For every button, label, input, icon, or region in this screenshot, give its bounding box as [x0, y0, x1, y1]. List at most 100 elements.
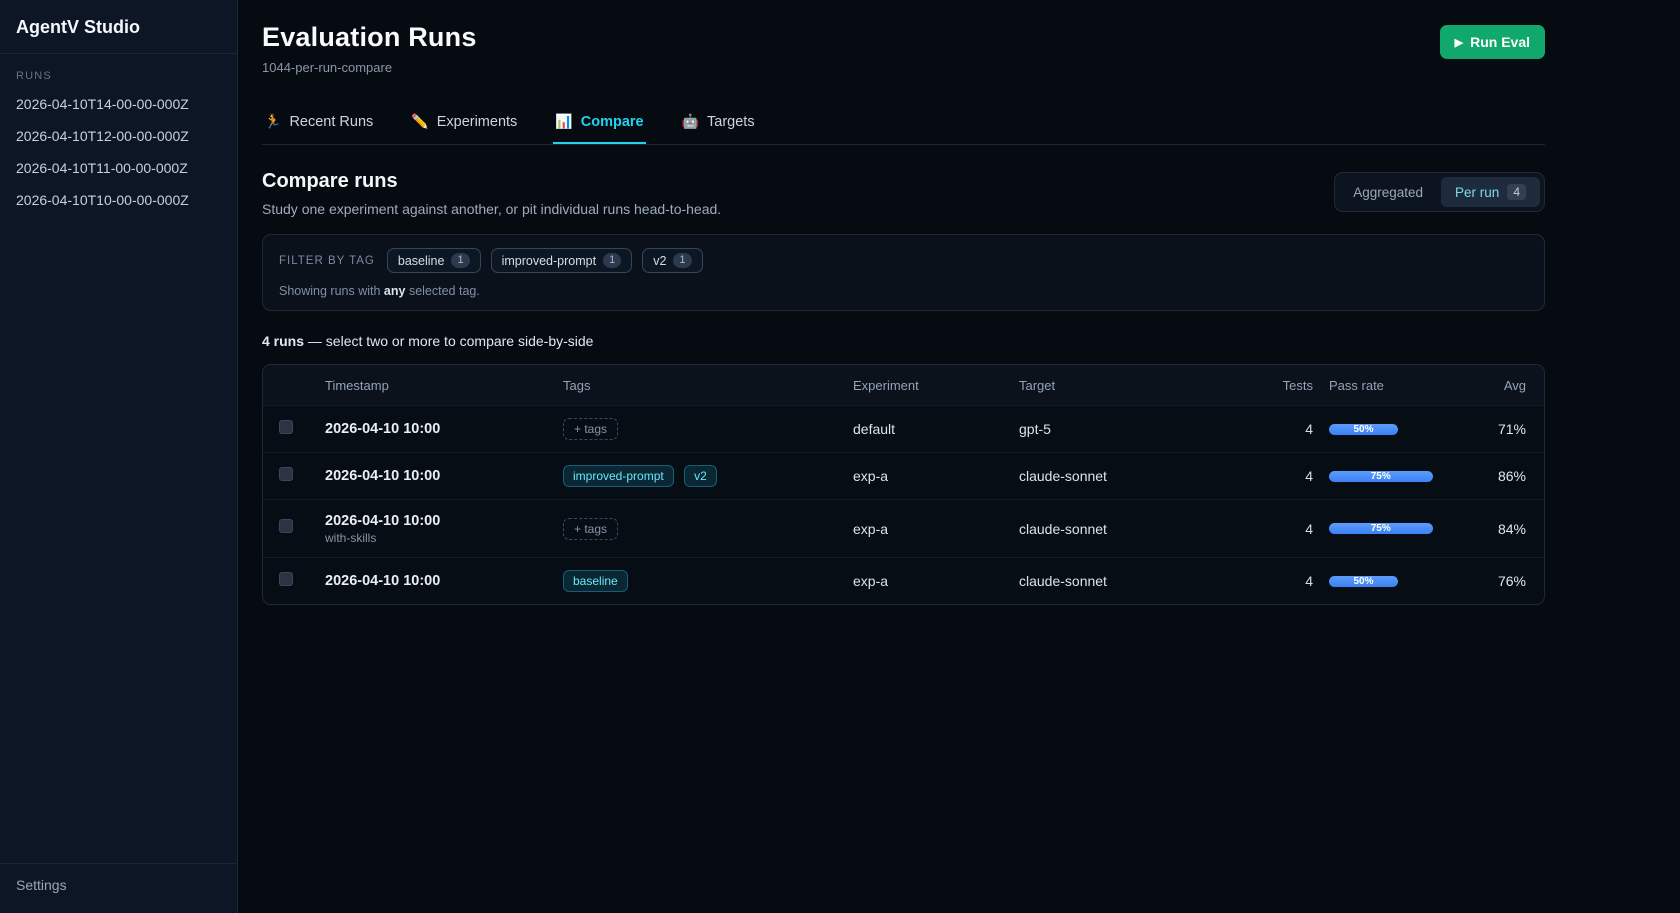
tag-name: v2 — [653, 254, 666, 268]
row-avg: 86% — [1467, 468, 1528, 484]
row-tests: 4 — [1259, 421, 1315, 437]
col-tests: Tests — [1259, 378, 1315, 393]
table-body: 2026-04-10 10:00 + tags default gpt-5 4 … — [263, 405, 1544, 604]
tab-bar: 🏃 Recent Runs ✏️ Experiments 📊 Compare 🤖… — [262, 105, 1545, 145]
tab-recent-runs[interactable]: 🏃 Recent Runs — [262, 105, 375, 144]
runs-section-label: RUNS — [0, 54, 237, 88]
filter-note-bold: any — [384, 284, 406, 298]
settings-link[interactable]: Settings — [16, 877, 221, 893]
row-experiment: exp-a — [853, 468, 1019, 484]
row-target: claude-sonnet — [1019, 468, 1259, 484]
row-checkbox[interactable] — [279, 467, 293, 481]
filter-note-text: selected tag. — [405, 284, 479, 298]
tab-label: Targets — [707, 114, 755, 130]
tab-label: Experiments — [437, 114, 518, 130]
tag-count-badge: 1 — [673, 253, 691, 268]
toggle-per-run[interactable]: Per run 4 — [1441, 177, 1540, 207]
page-title: Evaluation Runs — [262, 22, 477, 53]
row-experiment: exp-a — [853, 521, 1019, 537]
row-checkbox[interactable] — [279, 420, 293, 434]
per-run-count-badge: 4 — [1507, 184, 1526, 200]
runs-table: Timestamp Tags Experiment Target Tests P… — [262, 364, 1545, 605]
table-row[interactable]: 2026-04-10 10:00 improved-prompt v2 exp-… — [263, 452, 1544, 499]
row-avg: 71% — [1467, 421, 1528, 437]
pass-rate-bar: 50% — [1329, 576, 1467, 587]
view-mode-toggle: Aggregated Per run 4 — [1334, 172, 1545, 212]
filter-note-text: Showing runs with — [279, 284, 384, 298]
row-timestamp: 2026-04-10 10:00 — [325, 513, 563, 529]
sidebar-run-item[interactable]: 2026-04-10T11-00-00-000Z — [0, 152, 237, 184]
run-list: 2026-04-10T14-00-00-000Z 2026-04-10T12-0… — [0, 88, 237, 863]
runs-summary: 4 runs — select two or more to compare s… — [262, 333, 1545, 349]
row-target: claude-sonnet — [1019, 521, 1259, 537]
tab-targets[interactable]: 🤖 Targets — [680, 105, 757, 144]
run-eval-button[interactable]: ▶ Run Eval — [1440, 25, 1545, 59]
sidebar-run-item[interactable]: 2026-04-10T12-00-00-000Z — [0, 120, 237, 152]
app-title: AgentV Studio — [0, 0, 237, 54]
add-tags-button[interactable]: + tags — [563, 518, 618, 540]
sidebar: AgentV Studio RUNS 2026-04-10T14-00-00-0… — [0, 0, 238, 913]
row-avg: 76% — [1467, 573, 1528, 589]
tag-name: baseline — [398, 254, 445, 268]
table-header: Timestamp Tags Experiment Target Tests P… — [263, 365, 1544, 405]
section-description: Study one experiment against another, or… — [262, 201, 721, 217]
filter-tag-baseline[interactable]: baseline 1 — [387, 248, 481, 273]
row-tag: improved-prompt — [563, 465, 674, 487]
row-tests: 4 — [1259, 573, 1315, 589]
pass-rate-label: 75% — [1371, 471, 1391, 482]
col-target: Target — [1019, 378, 1259, 393]
tab-experiments[interactable]: ✏️ Experiments — [409, 105, 519, 144]
table-row[interactable]: 2026-04-10 10:00 with-skills + tags exp-… — [263, 499, 1544, 557]
tab-label: Compare — [581, 114, 644, 130]
row-tag: baseline — [563, 570, 628, 592]
page-subtitle: 1044-per-run-compare — [262, 60, 477, 75]
table-row[interactable]: 2026-04-10 10:00 baseline exp-a claude-s… — [263, 557, 1544, 604]
row-timestamp: 2026-04-10 10:00 — [325, 413, 563, 445]
row-experiment: default — [853, 421, 1019, 437]
pass-rate-bar: 75% — [1329, 523, 1467, 534]
col-avg: Avg — [1467, 378, 1528, 393]
row-tests: 4 — [1259, 468, 1315, 484]
sidebar-run-item[interactable]: 2026-04-10T14-00-00-000Z — [0, 88, 237, 120]
pass-rate-label: 50% — [1353, 576, 1373, 587]
filter-tag-improved-prompt[interactable]: improved-prompt 1 — [491, 248, 633, 273]
tab-compare[interactable]: 📊 Compare — [553, 105, 645, 144]
bar-chart-icon: 📊 — [555, 113, 572, 130]
row-experiment: exp-a — [853, 573, 1019, 589]
row-target: claude-sonnet — [1019, 573, 1259, 589]
filter-tag-v2[interactable]: v2 1 — [642, 248, 702, 273]
filter-note: Showing runs with any selected tag. — [279, 284, 1528, 298]
section-title: Compare runs — [262, 170, 721, 193]
tag-count-badge: 1 — [603, 253, 621, 268]
col-experiment: Experiment — [853, 378, 1019, 393]
col-tags: Tags — [563, 378, 853, 393]
table-row[interactable]: 2026-04-10 10:00 + tags default gpt-5 4 … — [263, 405, 1544, 452]
toggle-aggregated-label: Aggregated — [1353, 185, 1423, 200]
col-pass-rate: Pass rate — [1315, 378, 1467, 393]
play-icon: ▶ — [1455, 36, 1463, 49]
toggle-aggregated[interactable]: Aggregated — [1339, 178, 1437, 207]
row-checkbox[interactable] — [279, 572, 293, 586]
row-target: gpt-5 — [1019, 421, 1259, 437]
tag-count-badge: 1 — [451, 253, 469, 268]
tag-filter-panel: FILTER BY TAG baseline 1 improved-prompt… — [262, 234, 1545, 311]
runner-icon: 🏃 — [264, 113, 281, 130]
pencil-icon: ✏️ — [411, 113, 428, 130]
row-sublabel: with-skills — [325, 531, 563, 545]
add-tags-button[interactable]: + tags — [563, 418, 618, 440]
pass-rate-label: 50% — [1353, 424, 1373, 435]
pass-rate-label: 75% — [1371, 523, 1391, 534]
run-eval-label: Run Eval — [1470, 34, 1530, 50]
row-tests: 4 — [1259, 521, 1315, 537]
row-avg: 84% — [1467, 521, 1528, 537]
row-tag: v2 — [684, 465, 717, 487]
tag-name: improved-prompt — [502, 254, 596, 268]
robot-icon: 🤖 — [682, 113, 699, 130]
tab-label: Recent Runs — [289, 114, 373, 130]
row-checkbox[interactable] — [279, 519, 293, 533]
col-timestamp: Timestamp — [325, 378, 563, 393]
main-area: Evaluation Runs 1044-per-run-compare ▶ R… — [238, 0, 1680, 913]
toggle-per-run-label: Per run — [1455, 185, 1499, 200]
sidebar-footer: Settings — [0, 863, 237, 913]
sidebar-run-item[interactable]: 2026-04-10T10-00-00-000Z — [0, 184, 237, 216]
